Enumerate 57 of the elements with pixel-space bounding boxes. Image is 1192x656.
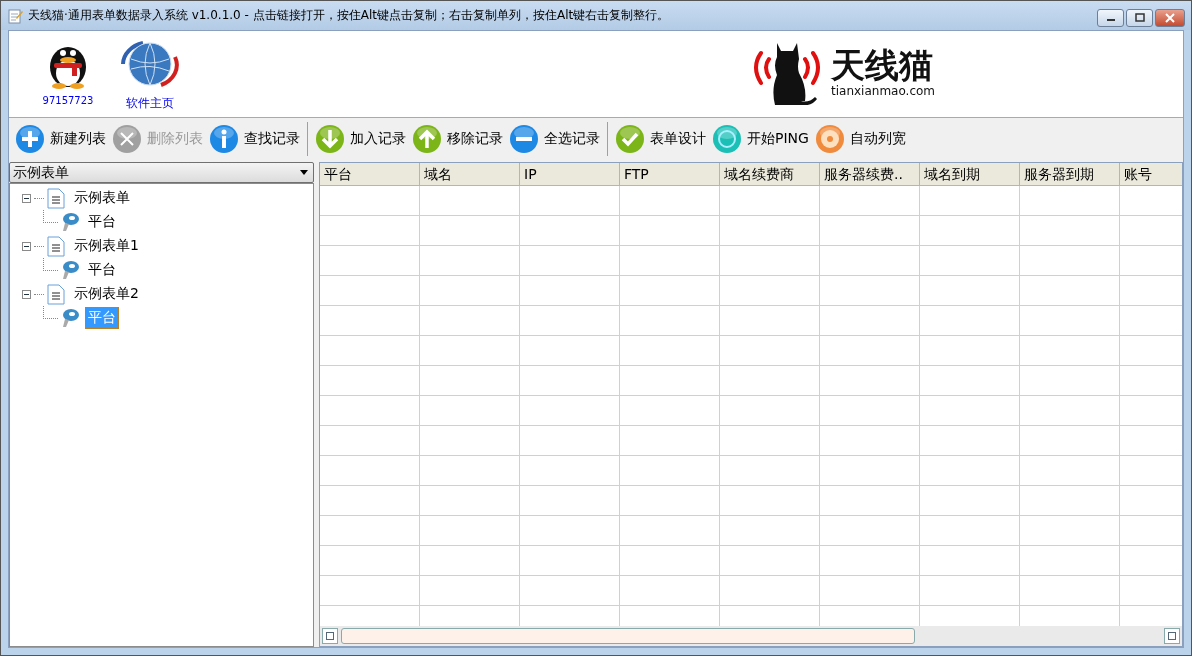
key-icon bbox=[61, 212, 79, 232]
toolbar-icon bbox=[209, 124, 239, 154]
toolbar-icon bbox=[315, 124, 345, 154]
column-header[interactable]: 域名续费商 bbox=[720, 163, 820, 186]
column-header[interactable]: IP bbox=[520, 163, 620, 186]
minimize-button[interactable] bbox=[1097, 9, 1124, 27]
close-icon bbox=[1165, 13, 1175, 23]
toolbar-icon bbox=[814, 124, 845, 154]
column-header[interactable]: 服务器续费.. bbox=[820, 163, 920, 186]
key-icon bbox=[61, 260, 79, 280]
tree-item[interactable]: 示例表单 bbox=[74, 189, 130, 207]
header-link[interactable]: 97157723 bbox=[42, 95, 94, 106]
tree-item[interactable]: 示例表单2 bbox=[74, 285, 139, 303]
column-header[interactable]: 平台 bbox=[320, 163, 420, 186]
collapse-icon[interactable] bbox=[22, 289, 31, 299]
column-header[interactable]: 账号 bbox=[1120, 163, 1182, 186]
column-header[interactable]: 域名 bbox=[420, 163, 520, 186]
toolbar-icon bbox=[712, 124, 742, 154]
collapse-icon[interactable] bbox=[22, 241, 31, 251]
column-header[interactable]: 域名到期 bbox=[920, 163, 1020, 186]
toolbar-button[interactable]: 表单设计 bbox=[612, 124, 709, 154]
toolbar-button[interactable]: 移除记录 bbox=[409, 124, 506, 154]
dropdown-arrow-icon bbox=[300, 170, 308, 175]
document-icon bbox=[47, 235, 65, 257]
toolbar-icon bbox=[615, 124, 645, 154]
toolbar-icon bbox=[412, 124, 442, 154]
toolbar-icon bbox=[509, 124, 539, 154]
scroll-left-button[interactable] bbox=[322, 628, 338, 644]
toolbar-button[interactable]: 自动列宽 bbox=[811, 124, 909, 154]
maximize-button[interactable] bbox=[1126, 9, 1153, 27]
horizontal-scrollbar[interactable] bbox=[320, 626, 1182, 646]
logo-name: 天线猫 bbox=[831, 46, 934, 84]
notepad-icon bbox=[7, 7, 23, 24]
column-header[interactable]: 服务器到期 bbox=[1020, 163, 1120, 186]
logo-domain: tianxianmao.com bbox=[831, 84, 935, 98]
toolbar-button[interactable]: 开始PING bbox=[709, 124, 812, 154]
window-title: 天线猫·通用表单数据录入系统 v1.0.1.0 - 点击链接打开，按住Alt键点击复制；右击复制单列，按住Alt键右击复制整行。 bbox=[28, 7, 670, 24]
scroll-right-button[interactable] bbox=[1164, 628, 1180, 644]
form-dropdown[interactable]: 示例表单 bbox=[9, 162, 314, 183]
document-icon bbox=[47, 187, 65, 209]
toolbar-button[interactable]: 全选记录 bbox=[506, 124, 603, 154]
toolbar-icon bbox=[112, 124, 142, 154]
maximize-icon bbox=[1134, 13, 1145, 23]
tree-item[interactable]: 平台 bbox=[85, 259, 119, 281]
toolbar-button[interactable]: 加入记录 bbox=[312, 124, 409, 154]
key-icon bbox=[61, 308, 79, 328]
collapse-icon[interactable] bbox=[22, 193, 31, 203]
header-link[interactable]: 软件主页 bbox=[126, 95, 174, 112]
toolbar-button[interactable]: 查找记录 bbox=[206, 124, 303, 154]
scrollbar-thumb[interactable] bbox=[341, 628, 915, 644]
close-button[interactable] bbox=[1155, 9, 1185, 27]
tree-item[interactable]: 平台 bbox=[85, 211, 119, 233]
toolbar-icon bbox=[15, 124, 45, 154]
document-icon bbox=[47, 283, 65, 305]
tree-item[interactable]: 示例表单1 bbox=[74, 237, 139, 255]
toolbar-button[interactable]: 新建列表 bbox=[12, 124, 109, 154]
column-header[interactable]: FTP bbox=[620, 163, 720, 186]
